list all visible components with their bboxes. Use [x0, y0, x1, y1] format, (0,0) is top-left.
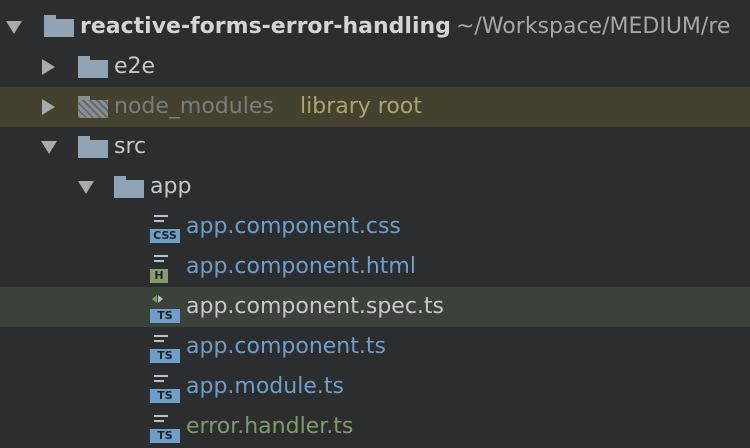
ts-file-icon: TS [150, 373, 180, 403]
tree-row-file[interactable]: H app.component.html [0, 247, 750, 287]
excluded-folder-icon [78, 96, 108, 118]
chevron-right-icon[interactable] [42, 59, 55, 75]
file-type-badge: TS [150, 429, 180, 443]
test-ts-file-icon: TS [150, 293, 180, 323]
folder-icon [114, 176, 144, 198]
file-type-badge: TS [150, 389, 180, 403]
folder-icon [78, 56, 108, 78]
tree-row-file-selected[interactable]: TS app.component.spec.ts [0, 287, 750, 327]
ts-file-icon: TS [150, 413, 180, 443]
file-type-badge: H [150, 269, 168, 283]
tree-row-app[interactable]: app [0, 167, 750, 207]
file-label: app.component.spec.ts [186, 294, 444, 319]
file-type-badge: CSS [150, 229, 180, 243]
project-folder-icon [44, 15, 74, 37]
folder-label-e2e: e2e [114, 54, 156, 79]
file-type-badge: TS [150, 309, 180, 323]
test-marker-icon [152, 295, 163, 303]
project-tree: reactive-forms-error-handling ~/Workspac… [0, 0, 750, 448]
folder-label-app: app [150, 174, 192, 199]
folder-label-src: src [114, 134, 147, 159]
css-file-icon: CSS [150, 213, 180, 243]
file-label: app.component.css [186, 214, 401, 239]
tree-row-src[interactable]: src [0, 127, 750, 167]
file-label: app.module.ts [186, 374, 344, 399]
tree-row-e2e[interactable]: e2e [0, 47, 750, 87]
tree-row-project-root[interactable]: reactive-forms-error-handling ~/Workspac… [0, 7, 750, 47]
file-label: app.component.ts [186, 334, 386, 359]
file-label: error.handler.ts [186, 414, 354, 439]
project-path: ~/Workspace/MEDIUM/re [456, 14, 731, 39]
chevron-down-icon[interactable] [6, 21, 22, 34]
folder-icon [78, 136, 108, 158]
library-root-hint: library root [300, 94, 422, 119]
chevron-right-icon[interactable] [42, 99, 55, 115]
chevron-down-icon[interactable] [78, 181, 94, 194]
tree-row-node-modules[interactable]: node_modules library root [0, 87, 750, 127]
file-type-badge: TS [150, 349, 180, 363]
html-file-icon: H [150, 253, 180, 283]
tree-row-file[interactable]: CSS app.component.css [0, 207, 750, 247]
tree-row-file[interactable]: TS error.handler.ts [0, 407, 750, 447]
tree-row-file[interactable]: TS app.module.ts [0, 367, 750, 407]
folder-label-node-modules: node_modules [114, 94, 274, 119]
file-label: app.component.html [186, 254, 416, 279]
chevron-down-icon[interactable] [41, 141, 57, 154]
tree-row-file[interactable]: TS app.component.ts [0, 327, 750, 367]
project-name: reactive-forms-error-handling [80, 14, 451, 39]
ts-file-icon: TS [150, 333, 180, 363]
